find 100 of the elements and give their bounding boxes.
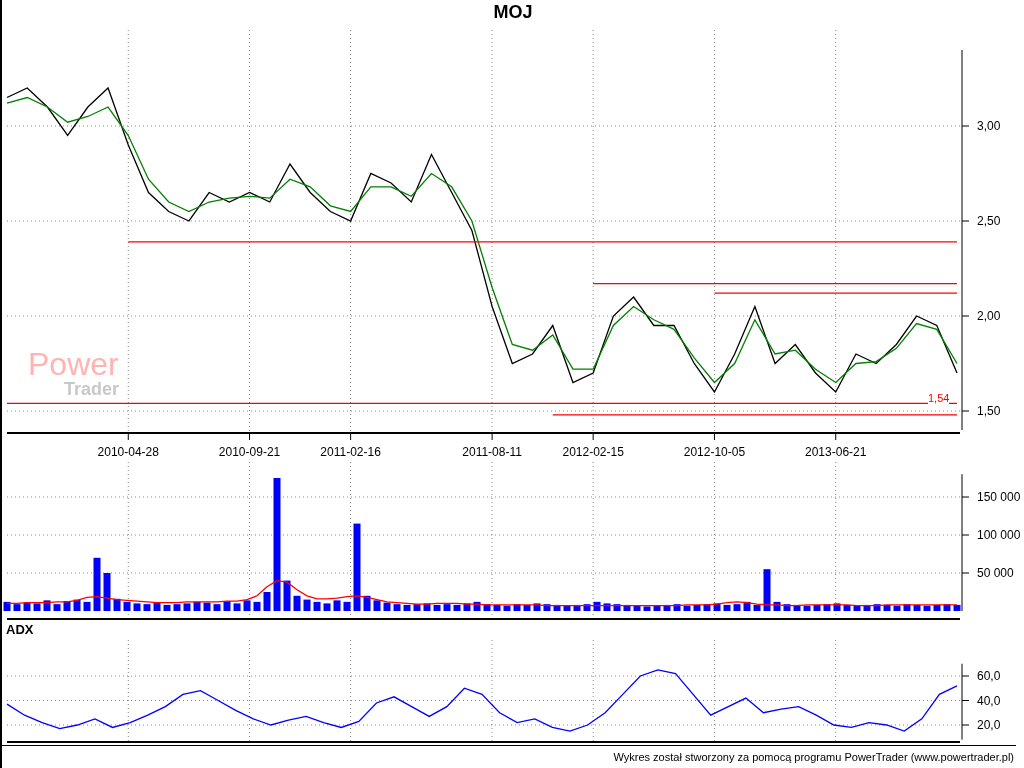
volume-bar — [473, 601, 481, 611]
volume-bar — [283, 580, 291, 611]
volume-bar — [433, 604, 441, 611]
axis-tick-label: 1,50 — [977, 404, 1001, 418]
price-label: 1,54 — [928, 392, 950, 404]
volume-bar — [313, 601, 321, 611]
volume-bar — [223, 601, 231, 611]
volume-bar — [453, 604, 461, 611]
volume-bar — [813, 604, 821, 611]
volume-bar — [393, 604, 401, 611]
volume-bar — [193, 601, 201, 611]
volume-bar — [863, 604, 871, 611]
volume-bar — [113, 598, 121, 611]
footer-text: Wykres został stworzony za pomocą programu PowerTrader (www.powertrader.pl) — [613, 749, 1014, 765]
volume-bar — [803, 605, 811, 611]
axis-tick-label: 2010-04-28 — [97, 445, 159, 459]
volume-bar — [763, 569, 771, 611]
volume-bar — [853, 605, 861, 611]
axis-tick-label: 2013-06-21 — [805, 445, 867, 459]
volume-bar — [543, 604, 551, 611]
volume-bar — [693, 604, 701, 611]
volume-bar — [143, 604, 151, 611]
volume-bar — [563, 605, 571, 611]
volume-bar — [513, 604, 521, 611]
volume-bar — [843, 604, 851, 611]
volume-bar — [73, 599, 81, 611]
volume-bar — [43, 600, 51, 611]
volume-bar — [783, 604, 791, 611]
volume-bar — [683, 605, 691, 611]
logo-text: Power — [28, 348, 120, 380]
volume-bar — [483, 604, 491, 611]
volume-bar — [913, 604, 921, 611]
volume-bar — [533, 603, 541, 611]
volume-bar — [493, 604, 501, 611]
volume-bar — [743, 601, 751, 611]
axis-tick-label: 50 000 — [977, 566, 1014, 580]
axis-tick-label: 3,00 — [977, 119, 1001, 133]
volume-bar — [233, 603, 241, 611]
volume-bar — [13, 604, 21, 611]
volume-bar — [463, 603, 471, 611]
volume-bar — [903, 604, 911, 611]
volume-bar — [623, 604, 631, 611]
volume-bar — [63, 601, 71, 611]
panel-label: ADX — [6, 621, 34, 640]
volume-bar — [163, 604, 171, 611]
volume-bar — [603, 603, 611, 611]
volume-bar — [673, 604, 681, 611]
volume-bar — [883, 604, 891, 611]
volume-bar — [383, 602, 391, 611]
volume-bar — [23, 602, 31, 611]
volume-bar — [343, 601, 351, 611]
volume-bar — [953, 604, 961, 611]
axis-tick-label: 2012-02-15 — [562, 445, 624, 459]
volume-bar — [303, 599, 311, 611]
axis-tick-label: 2010-09-21 — [218, 445, 281, 459]
volume-bar — [93, 557, 101, 611]
volume-bar — [733, 604, 741, 611]
volume-bar — [613, 604, 621, 611]
volume-bar — [33, 603, 41, 611]
volume-bar — [873, 604, 881, 611]
volume-bar — [633, 605, 641, 611]
volume-bar — [893, 605, 901, 611]
axis-tick-label: 2011-02-16 — [320, 445, 381, 459]
axis-tick-label: 2012-10-05 — [683, 445, 746, 459]
volume-bar — [423, 603, 431, 611]
axis-tick-label: 20,0 — [977, 718, 1001, 732]
volume-bar — [943, 604, 951, 611]
axis-tick-label: 150 000 — [977, 490, 1021, 504]
volume-bar — [403, 604, 411, 611]
volume-bar — [503, 605, 511, 611]
volume-bar — [443, 604, 451, 611]
volume-bar — [653, 605, 661, 611]
volume-bar — [713, 603, 721, 611]
axis-tick-label: 2,00 — [977, 309, 1001, 323]
volume-bar — [103, 573, 111, 611]
volume-bar — [213, 604, 221, 611]
volume-bar — [523, 604, 531, 611]
volume-bar — [133, 603, 141, 611]
volume-bar — [663, 604, 671, 611]
axis-tick-label: 60,0 — [977, 669, 1001, 683]
volume-bar — [263, 592, 271, 611]
volume-bar — [413, 604, 421, 611]
volume-bar — [323, 603, 331, 611]
volume-bar — [53, 604, 61, 611]
volume-bar — [253, 601, 261, 611]
axis-tick-label: 2,50 — [977, 214, 1001, 228]
volume-bar — [583, 604, 591, 611]
volume-bar — [173, 604, 181, 611]
volume-bar — [123, 601, 131, 611]
volume-bar — [923, 605, 931, 611]
volume-bar — [83, 601, 91, 611]
volume-bar — [723, 604, 731, 611]
volume-bar — [573, 604, 581, 611]
axis-tick-label: 40,0 — [977, 693, 1001, 708]
axis-tick-label: 100 000 — [977, 528, 1021, 542]
volume-bar — [153, 602, 161, 611]
volume-bar — [183, 603, 191, 611]
volume-bar — [823, 604, 831, 611]
volume-bar — [203, 602, 211, 611]
volume-bar — [333, 600, 341, 611]
